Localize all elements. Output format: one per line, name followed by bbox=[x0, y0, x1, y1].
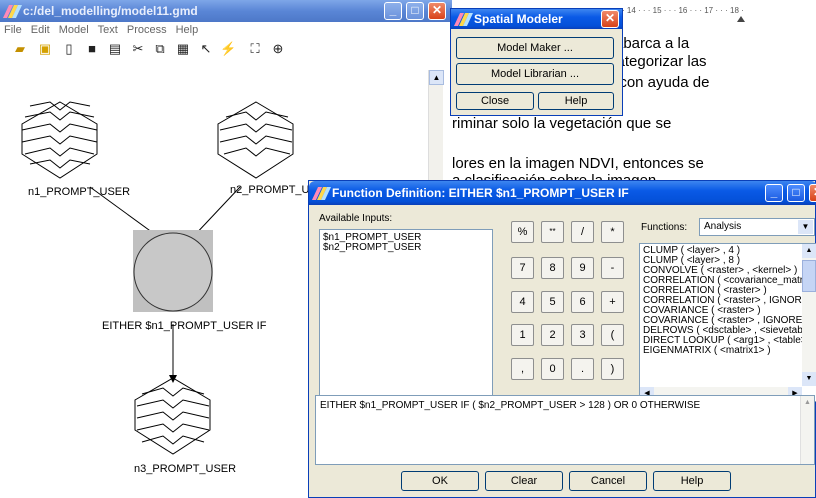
clear-button[interactable]: Clear bbox=[485, 471, 563, 491]
function-node[interactable] bbox=[133, 230, 213, 312]
key-divide[interactable]: / bbox=[571, 221, 594, 243]
spatial-modeler-title: Spatial Modeler bbox=[474, 12, 563, 26]
key-7[interactable]: 7 bbox=[511, 257, 534, 279]
key-power[interactable]: ** bbox=[541, 221, 564, 243]
scroll-up-icon[interactable]: ▲ bbox=[429, 70, 444, 85]
key-minus[interactable]: - bbox=[601, 257, 624, 279]
doc-line-2: categorizar las bbox=[609, 53, 707, 70]
menu-file[interactable]: File bbox=[4, 24, 22, 36]
erdas-logo-icon bbox=[453, 12, 474, 26]
doc-line-1: abarca a la bbox=[615, 35, 690, 52]
key-2[interactable]: 2 bbox=[541, 324, 564, 346]
available-inputs-label: Available Inputs: bbox=[319, 213, 393, 224]
close-icon[interactable]: ✕ bbox=[428, 2, 446, 20]
zoom-icon[interactable]: ⊕ bbox=[270, 41, 286, 57]
open-icon[interactable]: ▰ bbox=[12, 41, 28, 57]
close-icon[interactable]: ✕ bbox=[809, 184, 816, 202]
copy-icon[interactable]: ⧉ bbox=[152, 41, 168, 57]
key-comma[interactable]: , bbox=[511, 358, 534, 380]
functions-category-select[interactable]: Analysis ▼ bbox=[699, 218, 815, 236]
ok-button[interactable]: OK bbox=[401, 471, 479, 491]
menu-edit[interactable]: Edit bbox=[31, 24, 50, 36]
key-9[interactable]: 9 bbox=[571, 257, 594, 279]
node-label-function: EITHER $n1_PROMPT_USER IF bbox=[102, 320, 267, 332]
erdas-logo-icon bbox=[311, 186, 332, 200]
functions-vertical-scrollbar[interactable]: ▲ ▼ bbox=[802, 244, 816, 386]
key-4[interactable]: 4 bbox=[511, 291, 534, 313]
menu-text[interactable]: Text bbox=[98, 24, 118, 36]
key-1[interactable]: 1 bbox=[511, 324, 534, 346]
key-multiply[interactable]: * bbox=[601, 221, 624, 243]
functions-category-value: Analysis bbox=[704, 221, 742, 232]
functions-label: Functions: bbox=[641, 222, 688, 233]
expression-text[interactable]: EITHER $n1_PROMPT_USER IF ( $n2_PROMPT_U… bbox=[320, 400, 810, 411]
cut-icon[interactable]: ✂ bbox=[130, 41, 146, 57]
raster-node-n1[interactable] bbox=[21, 101, 98, 179]
input-item[interactable]: $n2_PROMPT_USER bbox=[323, 243, 489, 253]
function-item[interactable]: EIGENMATRIX ( <matrix1> ) bbox=[643, 346, 813, 356]
close-icon[interactable]: ✕ bbox=[601, 10, 619, 28]
key-8[interactable]: 8 bbox=[541, 257, 564, 279]
key-decimal[interactable]: . bbox=[571, 358, 594, 380]
help-button[interactable]: Help bbox=[653, 471, 731, 491]
function-definition-titlebar[interactable]: Function Definition: EITHER $n1_PROMPT_U… bbox=[309, 181, 816, 205]
ruler-tab-icon bbox=[737, 16, 745, 22]
keypad: % ** / * 7 8 9 - 4 5 6 + 1 2 3 ( , 0 . ) bbox=[507, 217, 631, 387]
model-librarian-button[interactable]: Model Librarian ... bbox=[456, 63, 614, 85]
raster-node-n2[interactable] bbox=[217, 101, 294, 179]
open-folder-icon[interactable]: ▣ bbox=[37, 41, 53, 57]
scroll-up-icon[interactable]: ▲ bbox=[801, 396, 814, 410]
save-icon[interactable]: ■ bbox=[84, 41, 100, 57]
print-icon[interactable]: ▤ bbox=[107, 41, 123, 57]
key-6[interactable]: 6 bbox=[571, 291, 594, 313]
scroll-up-icon[interactable]: ▲ bbox=[802, 244, 816, 258]
doc-line-5: lores en la imagen NDVI, entonces se bbox=[452, 155, 704, 172]
spatial-modeler-titlebar[interactable]: Spatial Modeler ✕ bbox=[451, 9, 622, 29]
maximize-icon[interactable]: □ bbox=[406, 2, 424, 20]
maximize-icon[interactable]: □ bbox=[787, 184, 805, 202]
new-icon[interactable]: ▯ bbox=[61, 41, 77, 57]
key-0[interactable]: 0 bbox=[541, 358, 564, 380]
minimize-icon[interactable]: _ bbox=[765, 184, 783, 202]
model-maker-button[interactable]: Model Maker ... bbox=[456, 37, 614, 59]
doc-line-3: / con ayuda de bbox=[611, 74, 710, 91]
function-definition-window: Function Definition: EITHER $n1_PROMPT_U… bbox=[308, 180, 816, 498]
function-definition-title: Function Definition: EITHER $n1_PROMPT_U… bbox=[332, 186, 629, 200]
menu-help[interactable]: Help bbox=[176, 24, 199, 36]
minimize-icon[interactable]: _ bbox=[384, 2, 402, 20]
expression-vertical-scrollbar[interactable]: ▲ bbox=[800, 396, 814, 464]
menu-bar: File Edit Model Text Process Help bbox=[4, 24, 207, 38]
scroll-down-icon[interactable]: ▼ bbox=[802, 372, 816, 386]
run-icon[interactable]: ⚡ bbox=[220, 41, 236, 57]
node-label-n1: n1_PROMPT_USER bbox=[28, 186, 131, 198]
erdas-logo-icon bbox=[2, 4, 23, 18]
ruler: · 14 · · · 15 · · · 16 · · · 17 · · · 18… bbox=[622, 2, 816, 20]
key-3[interactable]: 3 bbox=[571, 324, 594, 346]
available-inputs-list[interactable]: $n1_PROMPT_USER $n2_PROMPT_USER bbox=[319, 229, 493, 399]
menu-model[interactable]: Model bbox=[59, 24, 89, 36]
help-button[interactable]: Help bbox=[538, 92, 614, 110]
raster-node-n3[interactable] bbox=[134, 377, 211, 455]
spatial-modeler-window: Spatial Modeler ✕ Model Maker ... Model … bbox=[450, 8, 623, 116]
pointer-icon[interactable]: ↖ bbox=[198, 41, 214, 57]
key-open-paren[interactable]: ( bbox=[601, 324, 624, 346]
model-window-title: c:/del_modelling/model11.gmd bbox=[23, 4, 198, 18]
scroll-thumb[interactable] bbox=[802, 260, 816, 292]
node-label-n3: n3_PROMPT_USER bbox=[134, 463, 237, 475]
doc-line-4: riminar solo la vegetación que se bbox=[452, 115, 672, 132]
cancel-button[interactable]: Cancel bbox=[569, 471, 647, 491]
close-button[interactable]: Close bbox=[456, 92, 534, 110]
key-percent[interactable]: % bbox=[511, 221, 534, 243]
fit-icon[interactable]: ⛶ bbox=[247, 41, 263, 57]
paste-icon[interactable]: ▦ bbox=[175, 41, 191, 57]
expression-editor[interactable]: EITHER $n1_PROMPT_USER IF ( $n2_PROMPT_U… bbox=[315, 395, 815, 465]
key-plus[interactable]: + bbox=[601, 291, 624, 313]
chevron-down-icon[interactable]: ▼ bbox=[798, 220, 813, 234]
functions-list[interactable]: CLUMP ( <layer> , 4 ) CLUMP ( <layer> , … bbox=[639, 243, 816, 402]
model-titlebar[interactable]: c:/del_modelling/model11.gmd _ □ ✕ bbox=[0, 0, 452, 22]
key-close-paren[interactable]: ) bbox=[601, 358, 624, 380]
menu-process[interactable]: Process bbox=[127, 24, 167, 36]
key-5[interactable]: 5 bbox=[541, 291, 564, 313]
